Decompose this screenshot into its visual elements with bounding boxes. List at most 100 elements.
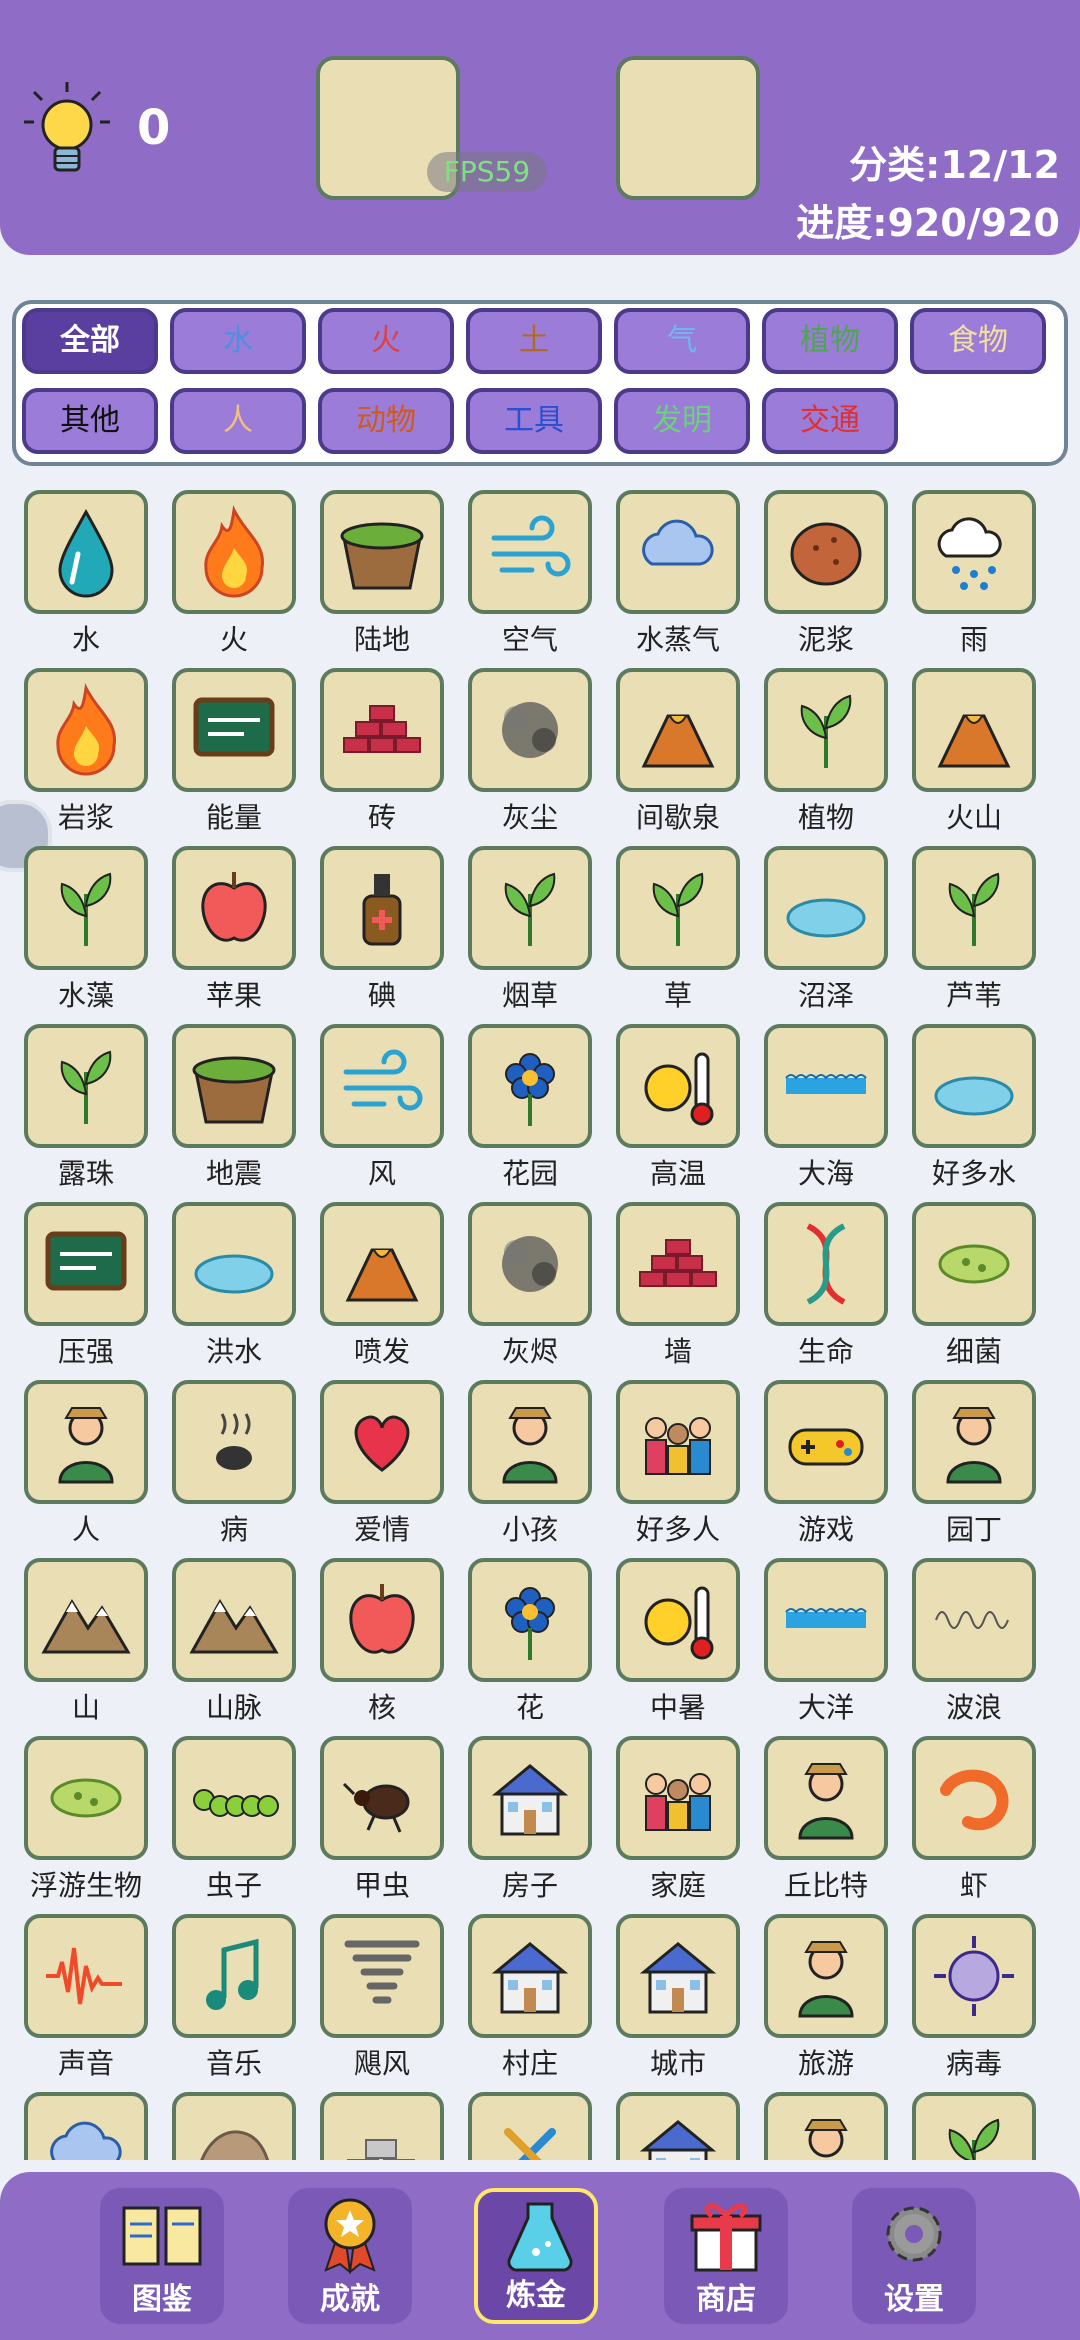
element-card[interactable]: 高温 bbox=[604, 1014, 752, 1190]
category-tab-11[interactable]: 发明 bbox=[614, 388, 750, 454]
tornado-icon[interactable] bbox=[320, 1914, 444, 2038]
wind-air-icon[interactable] bbox=[468, 490, 592, 614]
element-card[interactable]: 地震 bbox=[160, 1014, 308, 1190]
element-card[interactable]: 灰尘 bbox=[456, 658, 604, 834]
village-icon[interactable] bbox=[468, 1914, 592, 2038]
emc2-board-icon[interactable] bbox=[172, 668, 296, 792]
dew-icon[interactable] bbox=[24, 1024, 148, 1148]
category-tab-9[interactable]: 动物 bbox=[318, 388, 454, 454]
element-card[interactable]: 丘比特 bbox=[752, 1726, 900, 1902]
water-drop-icon[interactable] bbox=[24, 490, 148, 614]
wheat-icon[interactable] bbox=[912, 2092, 1036, 2160]
element-card[interactable]: 好多人 bbox=[604, 1370, 752, 1546]
element-card[interactable]: 病 bbox=[160, 1370, 308, 1546]
element-card[interactable]: 洪水 bbox=[160, 1192, 308, 1368]
love-icon[interactable] bbox=[320, 1380, 444, 1504]
element-card[interactable]: 植物 bbox=[752, 658, 900, 834]
nav-gift-button[interactable]: 商店 bbox=[664, 2188, 788, 2324]
element-card[interactable]: 大海 bbox=[752, 1014, 900, 1190]
fire-icon[interactable] bbox=[172, 490, 296, 614]
element-card[interactable]: 火 bbox=[160, 480, 308, 656]
element-card[interactable]: 泥浆 bbox=[752, 480, 900, 656]
element-card[interactable]: 细菌 bbox=[900, 1192, 1048, 1368]
plant-icon[interactable] bbox=[764, 668, 888, 792]
element-card[interactable] bbox=[308, 2082, 456, 2160]
farmer-icon[interactable] bbox=[764, 2092, 888, 2160]
bricks-icon[interactable] bbox=[320, 668, 444, 792]
element-card[interactable]: 火山 bbox=[900, 658, 1048, 834]
geyser-icon[interactable] bbox=[616, 668, 740, 792]
category-tab-7[interactable]: 其他 bbox=[22, 388, 158, 454]
element-card[interactable] bbox=[12, 2082, 160, 2160]
element-card[interactable]: 墙 bbox=[604, 1192, 752, 1368]
category-tab-10[interactable]: 工具 bbox=[466, 388, 602, 454]
person-icon[interactable] bbox=[24, 1380, 148, 1504]
flower-icon[interactable] bbox=[468, 1558, 592, 1682]
algae-icon[interactable] bbox=[24, 846, 148, 970]
heatstroke-icon[interactable] bbox=[616, 1558, 740, 1682]
category-tab-6[interactable]: 食物 bbox=[910, 308, 1046, 374]
ocean-icon[interactable] bbox=[764, 1558, 888, 1682]
nav-medal-button[interactable]: 成就 bbox=[288, 2188, 412, 2324]
element-card[interactable]: 好多水 bbox=[900, 1014, 1048, 1190]
element-card[interactable]: 能量 bbox=[160, 658, 308, 834]
element-card[interactable]: 核 bbox=[308, 1548, 456, 1724]
garden-icon[interactable] bbox=[468, 1024, 592, 1148]
element-card[interactable]: 虾 bbox=[900, 1726, 1048, 1902]
element-card[interactable]: 碘 bbox=[308, 836, 456, 1012]
element-card[interactable] bbox=[604, 2082, 752, 2160]
family-icon[interactable] bbox=[616, 1736, 740, 1860]
bacteria-icon[interactable] bbox=[912, 1202, 1036, 1326]
combine-slot-right[interactable] bbox=[616, 56, 760, 200]
element-card[interactable]: 爱情 bbox=[308, 1370, 456, 1546]
element-card[interactable] bbox=[456, 2082, 604, 2160]
element-card[interactable] bbox=[752, 2082, 900, 2160]
element-card[interactable]: 声音 bbox=[12, 1904, 160, 2080]
nav-flask-button[interactable]: 炼金 bbox=[474, 2188, 598, 2324]
element-card[interactable]: 家庭 bbox=[604, 1726, 752, 1902]
wall-icon[interactable] bbox=[616, 1202, 740, 1326]
beetle-icon[interactable] bbox=[320, 1736, 444, 1860]
shrimp-icon[interactable] bbox=[912, 1736, 1036, 1860]
volcano-icon[interactable] bbox=[912, 668, 1036, 792]
element-card[interactable]: 病毒 bbox=[900, 1904, 1048, 2080]
element-card[interactable]: 房子 bbox=[456, 1726, 604, 1902]
element-card[interactable]: 旅游 bbox=[752, 1904, 900, 2080]
cupid-icon[interactable] bbox=[764, 1736, 888, 1860]
element-card[interactable]: 飓风 bbox=[308, 1904, 456, 2080]
music-notes-icon[interactable] bbox=[172, 1914, 296, 2038]
grass-icon[interactable] bbox=[616, 846, 740, 970]
rock-icon[interactable] bbox=[172, 2092, 296, 2160]
ash-icon[interactable] bbox=[468, 1202, 592, 1326]
element-card[interactable]: 山脉 bbox=[160, 1548, 308, 1724]
gamepad-icon[interactable] bbox=[764, 1380, 888, 1504]
category-tab-4[interactable]: 气 bbox=[614, 308, 750, 374]
apple-core-icon[interactable] bbox=[320, 1558, 444, 1682]
category-tab-3[interactable]: 土 bbox=[466, 308, 602, 374]
element-card[interactable]: 沼泽 bbox=[752, 836, 900, 1012]
element-card[interactable]: 风 bbox=[308, 1014, 456, 1190]
tools-icon[interactable] bbox=[468, 2092, 592, 2160]
mountain-range-icon[interactable] bbox=[172, 1558, 296, 1682]
mud-icon[interactable] bbox=[764, 490, 888, 614]
element-card[interactable]: 大洋 bbox=[752, 1548, 900, 1724]
nav-gear-button[interactable]: 设置 bbox=[852, 2188, 976, 2324]
element-card[interactable]: 芦苇 bbox=[900, 836, 1048, 1012]
element-card[interactable]: 虫子 bbox=[160, 1726, 308, 1902]
cloud-icon[interactable] bbox=[24, 2092, 148, 2160]
element-card[interactable]: 露珠 bbox=[12, 1014, 160, 1190]
house-icon[interactable] bbox=[468, 1736, 592, 1860]
crowd-icon[interactable] bbox=[616, 1380, 740, 1504]
element-card[interactable]: 水藻 bbox=[12, 836, 160, 1012]
rain-cloud-icon[interactable] bbox=[912, 490, 1036, 614]
element-card[interactable]: 园丁 bbox=[900, 1370, 1048, 1546]
city-building-icon[interactable] bbox=[616, 1914, 740, 2038]
nav-book-button[interactable]: 图鉴 bbox=[100, 2188, 224, 2324]
farm-icon[interactable] bbox=[616, 2092, 740, 2160]
sun-thermometer-icon[interactable] bbox=[616, 1024, 740, 1148]
category-tab-12[interactable]: 交通 bbox=[762, 388, 898, 454]
element-card[interactable]: 砖 bbox=[308, 658, 456, 834]
element-card[interactable]: 烟草 bbox=[456, 836, 604, 1012]
element-card[interactable] bbox=[900, 2082, 1048, 2160]
element-card[interactable]: 花 bbox=[456, 1548, 604, 1724]
